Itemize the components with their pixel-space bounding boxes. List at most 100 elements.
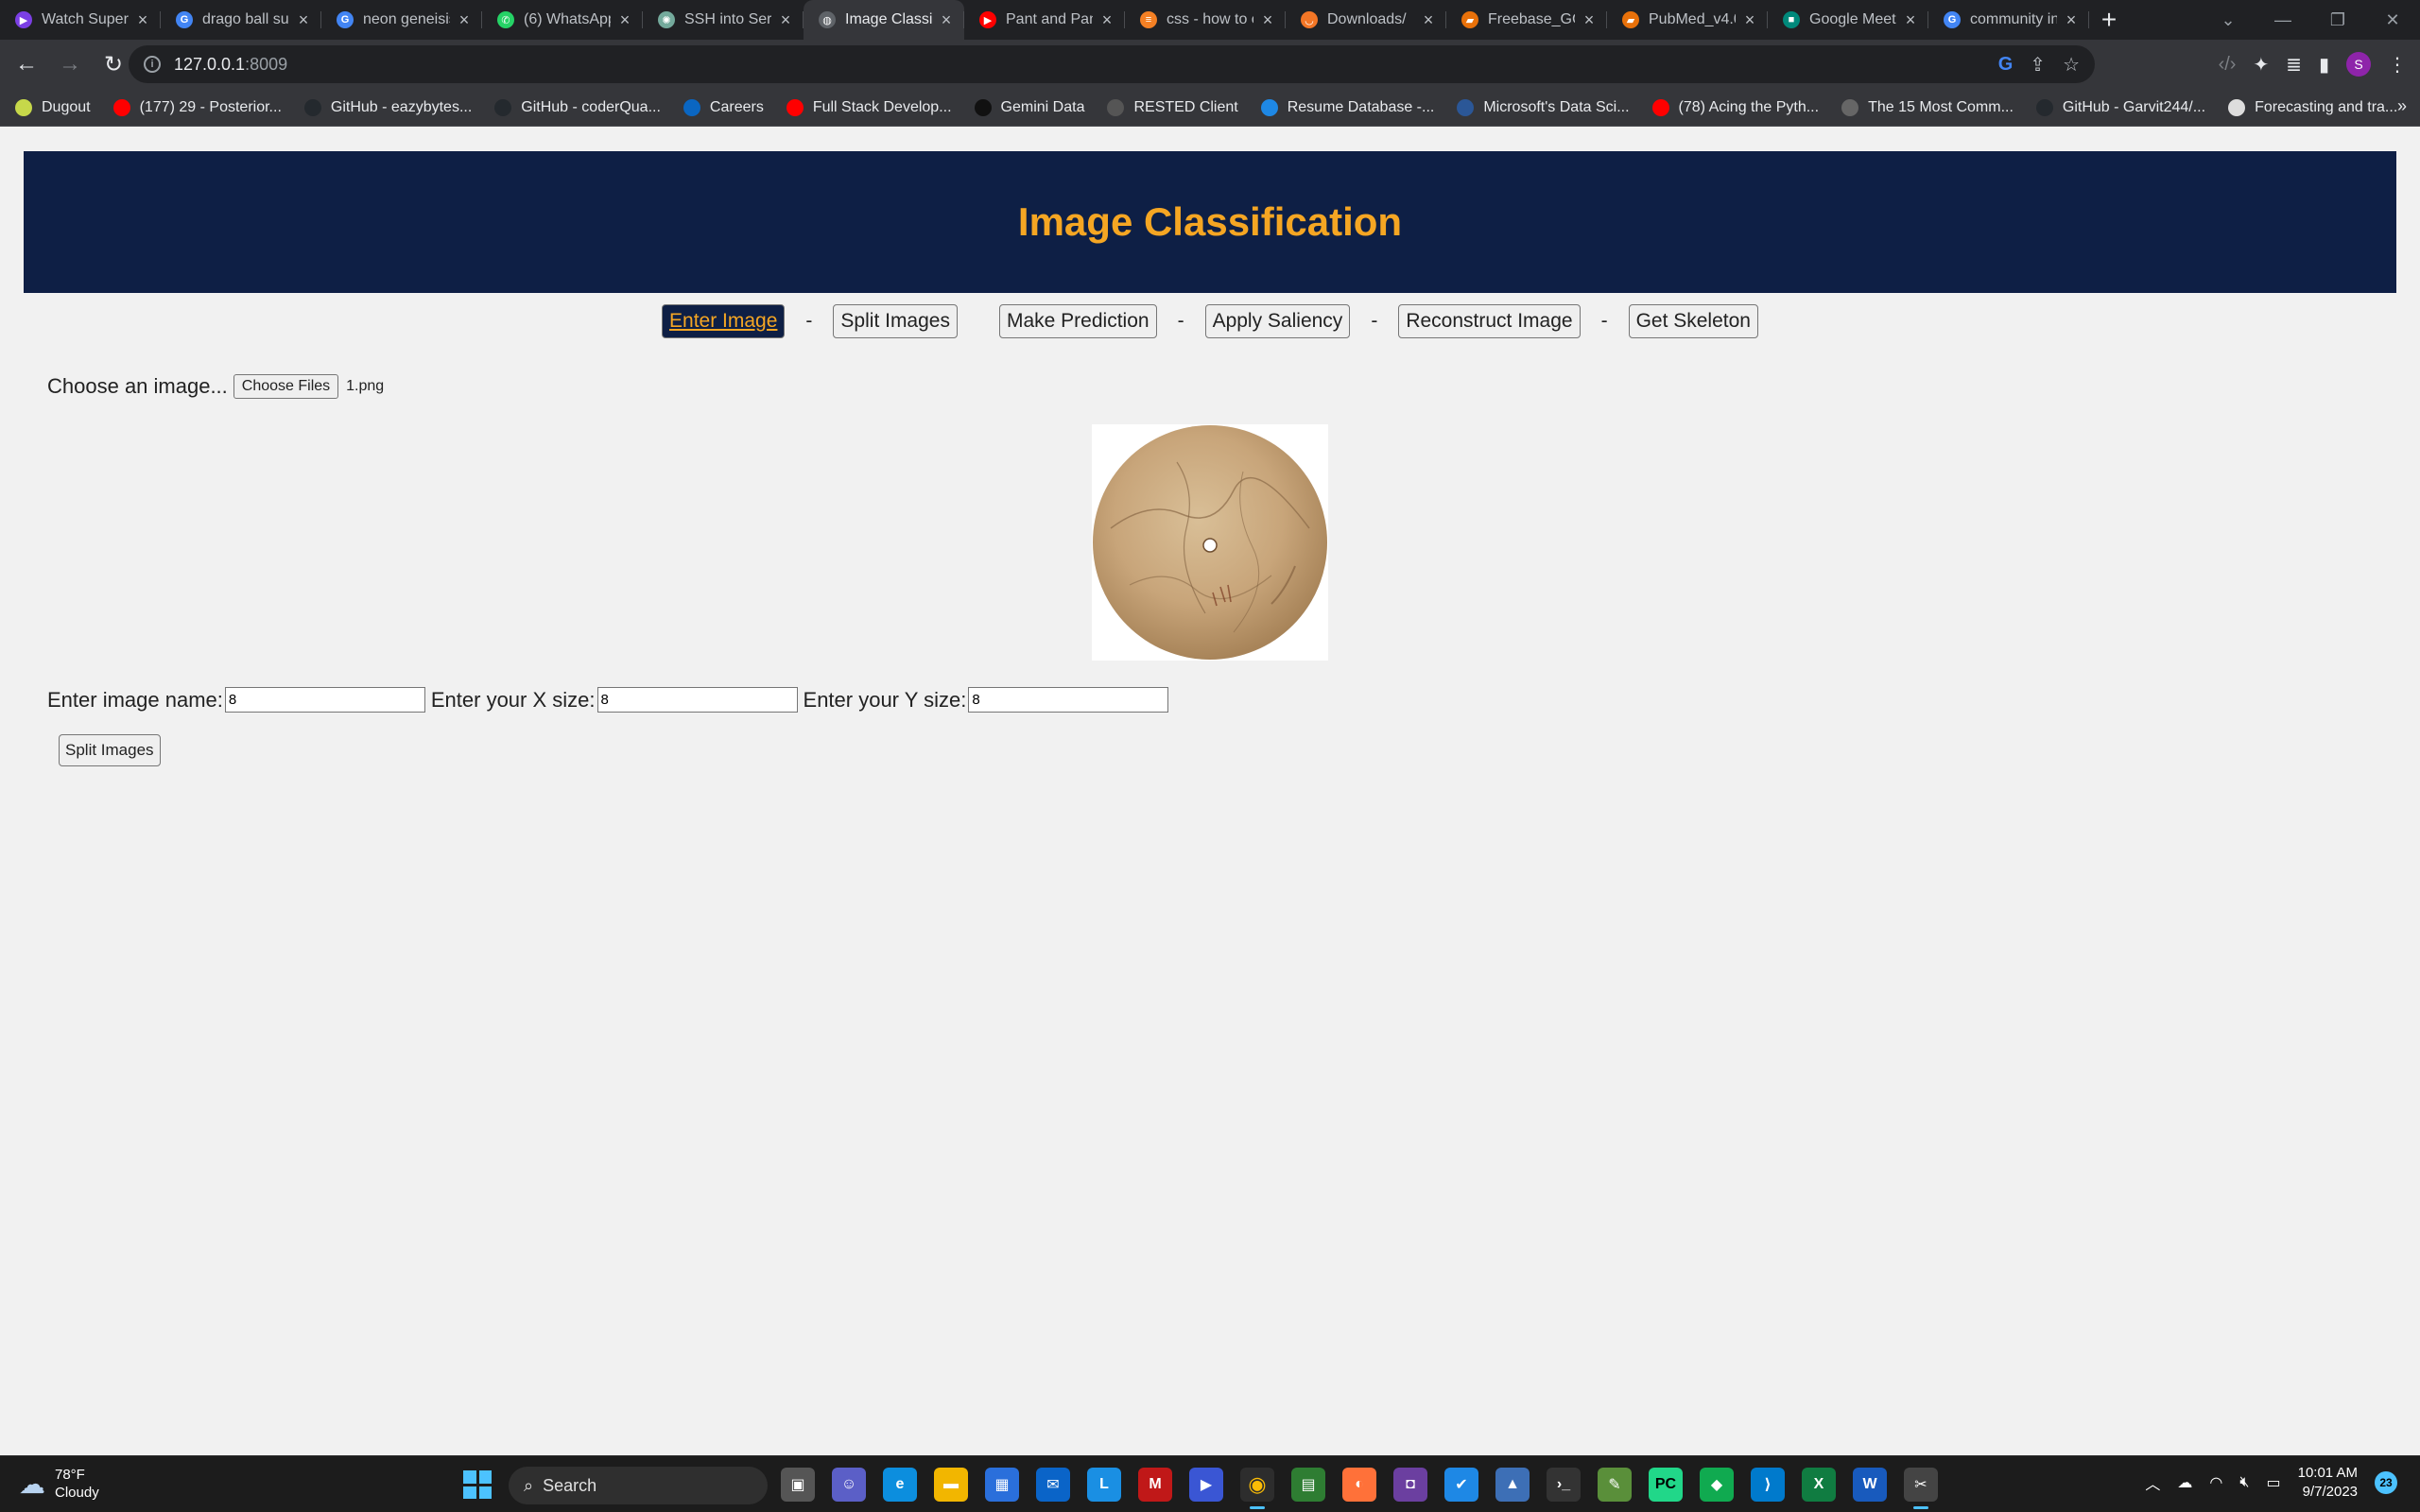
notification-badge[interactable]: 23: [2375, 1471, 2397, 1494]
excel-icon[interactable]: X: [1802, 1468, 1836, 1502]
browser-tab[interactable]: ▶ Pant and Pan ×: [964, 0, 1125, 40]
browser-tab[interactable]: ◍ Image Classif ×: [804, 0, 964, 40]
tab-search-icon[interactable]: ⌄: [2201, 0, 2256, 40]
vscode-icon[interactable]: ⟩: [1751, 1468, 1785, 1502]
word-icon[interactable]: W: [1853, 1468, 1887, 1502]
browser-tab[interactable]: ▶ Watch Super D ×: [0, 0, 161, 40]
browser-tab[interactable]: Gcommunity in ×: [1928, 0, 2089, 40]
site-info-icon[interactable]: i: [144, 56, 161, 73]
bookmark-item[interactable]: Dugout: [15, 98, 91, 116]
terminal-icon[interactable]: ›_: [1547, 1468, 1581, 1502]
close-tab-icon[interactable]: ×: [777, 10, 794, 30]
browser-tab[interactable]: Gneon geneisis ×: [321, 0, 482, 40]
menu-kebab-icon[interactable]: ⋮: [2388, 53, 2407, 77]
share-icon[interactable]: ⇪: [2030, 53, 2046, 77]
close-tab-icon[interactable]: ×: [2063, 10, 2080, 30]
forward-icon[interactable]: →: [53, 47, 87, 81]
pycharm-icon[interactable]: PC: [1649, 1468, 1683, 1502]
weather-widget[interactable]: ☁ 78°F Cloudy: [19, 1466, 99, 1502]
devtools-icon[interactable]: ‹/›: [2219, 54, 2237, 76]
minimize-icon[interactable]: —: [2256, 0, 2310, 40]
browser-tab[interactable]: Gdrago ball sup ×: [161, 0, 321, 40]
media-queue-icon[interactable]: ≣: [2286, 53, 2302, 77]
chrome-icon[interactable]: ◉: [1240, 1468, 1274, 1509]
browser-tab[interactable]: ✺ SSH into Serv ×: [643, 0, 804, 40]
back-icon[interactable]: ←: [9, 47, 43, 81]
reload-icon[interactable]: ↻: [96, 47, 130, 81]
bookmark-item[interactable]: Full Stack Develop...: [786, 98, 952, 116]
firefox-icon[interactable]: ◐: [1342, 1468, 1376, 1502]
bookmark-star-icon[interactable]: ☆: [2063, 53, 2080, 77]
taskbar-search[interactable]: ⌕ Search: [509, 1467, 768, 1504]
new-tab-icon[interactable]: +: [2089, 0, 2129, 40]
task-view-icon[interactable]: ▣: [781, 1468, 815, 1502]
nav-button-make-prediction[interactable]: Make Prediction: [998, 304, 1157, 338]
photos-icon[interactable]: ▲: [1495, 1468, 1530, 1502]
edge-browser-icon[interactable]: e: [883, 1468, 917, 1502]
show-hidden-icons-icon[interactable]: ︿: [2145, 1471, 2160, 1494]
restore-icon[interactable]: ❐: [2310, 0, 2365, 40]
close-tab-icon[interactable]: ×: [134, 10, 151, 30]
bookmark-item[interactable]: Microsoft's Data Sci...: [1457, 98, 1630, 116]
browser-tab[interactable]: ■ Google Meet ×: [1768, 0, 1928, 40]
bookmark-item[interactable]: RESTED Client: [1107, 98, 1238, 116]
notepad-icon[interactable]: ✎: [1598, 1468, 1632, 1502]
clock[interactable]: 10:01 AM 9/7/2023: [2298, 1464, 2358, 1502]
bookmark-item[interactable]: The 15 Most Comm...: [1841, 98, 2014, 116]
profile-avatar[interactable]: S: [2346, 52, 2371, 77]
browser-tab[interactable]: ▰ PubMed_v4.0 ×: [1607, 0, 1768, 40]
browser-tab[interactable]: ≡ css - how to c ×: [1125, 0, 1286, 40]
start-menu-icon[interactable]: [463, 1470, 492, 1499]
address-bar[interactable]: i 127.0.0.1:8009 G ⇪ ☆: [129, 45, 2095, 83]
close-tab-icon[interactable]: ×: [1098, 10, 1115, 30]
close-tab-icon[interactable]: ×: [1259, 10, 1276, 30]
nav-button-get-skeleton[interactable]: Get Skeleton: [1628, 304, 1758, 338]
close-tab-icon[interactable]: ×: [295, 10, 312, 30]
bookmark-item[interactable]: GitHub - eazybytes...: [303, 98, 472, 116]
more-bookmarks-icon[interactable]: »: [2397, 96, 2407, 116]
close-tab-icon[interactable]: ×: [1581, 10, 1598, 30]
battery-icon[interactable]: ▭: [2266, 1473, 2280, 1492]
close-tab-icon[interactable]: ×: [938, 10, 955, 30]
bookmark-item[interactable]: GitHub - coderQua...: [494, 98, 661, 116]
mail-icon[interactable]: ✉: [1036, 1468, 1070, 1502]
close-window-icon[interactable]: ✕: [2365, 0, 2420, 40]
teams-chat-icon[interactable]: ☺: [832, 1468, 866, 1502]
split-images-submit-button[interactable]: Split Images: [59, 734, 161, 766]
onedrive-icon[interactable]: ☁: [2177, 1473, 2192, 1492]
bookmark-item[interactable]: (78) Acing the Pyth...: [1651, 98, 1819, 116]
close-tab-icon[interactable]: ×: [456, 10, 473, 30]
mcafee-icon[interactable]: M: [1138, 1468, 1172, 1502]
close-tab-icon[interactable]: ×: [616, 10, 633, 30]
x-size-input[interactable]: [596, 687, 798, 713]
volume-muted-icon[interactable]: 🔇︎: [2239, 1474, 2249, 1491]
close-tab-icon[interactable]: ×: [1741, 10, 1758, 30]
media-player-icon[interactable]: ▶: [1189, 1468, 1223, 1502]
google-lens-icon[interactable]: G: [1998, 54, 2014, 76]
bookmark-item[interactable]: GitHub - Garvit244/...: [2035, 98, 2205, 116]
spreadsheet-app-icon[interactable]: ▤: [1291, 1468, 1325, 1502]
bookmark-item[interactable]: Gemini Data: [974, 98, 1084, 116]
wifi-icon[interactable]: ◠: [2209, 1473, 2222, 1492]
microsoft-store-icon[interactable]: ▦: [985, 1468, 1019, 1502]
todo-check-icon[interactable]: ✔: [1444, 1468, 1478, 1502]
snipping-tool-icon[interactable]: ✂: [1904, 1468, 1938, 1509]
image-name-input[interactable]: [224, 687, 425, 713]
nav-button-apply-saliency[interactable]: Apply Saliency: [1204, 304, 1351, 338]
extensions-icon[interactable]: ✦: [2253, 53, 2269, 77]
close-tab-icon[interactable]: ×: [1420, 10, 1437, 30]
bookmark-item[interactable]: (177) 29 - Posterior...: [112, 98, 282, 116]
nav-button-reconstruct-image[interactable]: Reconstruct Image: [1398, 304, 1581, 338]
mongodb-icon[interactable]: ◆: [1700, 1468, 1734, 1502]
bookmark-item[interactable]: Forecasting and tra...: [2228, 98, 2397, 116]
nav-button-split-images[interactable]: Split Images: [833, 304, 958, 338]
nav-button-enter-image[interactable]: Enter Image: [662, 304, 786, 338]
bookmark-item[interactable]: Careers: [683, 98, 764, 116]
close-tab-icon[interactable]: ×: [1902, 10, 1919, 30]
y-size-input[interactable]: [968, 687, 1169, 713]
browser-tab[interactable]: ▰ Freebase_GC ×: [1446, 0, 1607, 40]
browser-tab[interactable]: ✆ (6) WhatsApp ×: [482, 0, 643, 40]
choose-files-button[interactable]: Choose Files: [233, 374, 339, 399]
browser-tab[interactable]: ◡ Downloads/ ×: [1286, 0, 1446, 40]
launcher-l-icon[interactable]: L: [1087, 1468, 1121, 1502]
